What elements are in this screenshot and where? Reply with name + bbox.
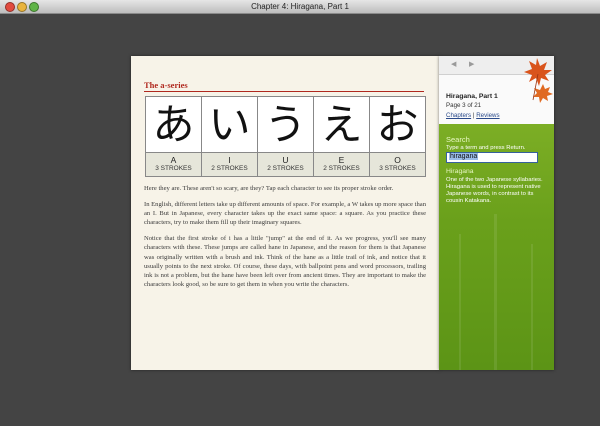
kana-stroke-count: 2 STROKES: [323, 165, 360, 172]
sidebar-links: Chapters | Reviews: [446, 112, 500, 119]
kana-caption: O 3 STROKES: [370, 152, 425, 176]
definition-text: One of the two Japanese syllabaries. Hir…: [446, 177, 543, 205]
paragraph: Notice that the first stroke of i has a …: [144, 235, 426, 288]
kana-romaji: A: [170, 155, 177, 165]
bamboo-decoration: [494, 214, 497, 370]
kana-stroke-count: 2 STROKES: [267, 165, 304, 172]
previous-page-button[interactable]: ◀: [451, 60, 456, 70]
kana-grid: あ A 3 STROKES い I 2 STROKES う U 2 STROKE…: [145, 96, 426, 177]
search-panel: Search Type a term and press Return. hir…: [439, 124, 554, 370]
link-separator: |: [472, 112, 475, 119]
kana-stroke-count: 2 STROKES: [211, 165, 248, 172]
kana-character[interactable]: あ: [146, 97, 201, 152]
bamboo-decoration: [531, 244, 533, 370]
kana-stroke-count: 3 STROKES: [379, 165, 416, 172]
kana-character[interactable]: お: [370, 97, 425, 152]
section-title: The a-series: [144, 80, 188, 90]
kana-cell-e[interactable]: え E 2 STROKES: [313, 96, 370, 177]
window-title-bar: Chapter 4: Hiragana, Part 1: [0, 0, 600, 14]
next-page-button[interactable]: ▶: [469, 60, 474, 70]
kana-romaji: E: [338, 155, 345, 165]
kana-cell-a[interactable]: あ A 3 STROKES: [145, 96, 202, 177]
window-title: Chapter 4: Hiragana, Part 1: [251, 2, 349, 11]
definition-title: Hiragana: [446, 168, 474, 175]
kana-cell-u[interactable]: う U 2 STROKES: [257, 96, 314, 177]
chapters-link[interactable]: Chapters: [446, 112, 471, 119]
paragraph: Here they are. These aren't so scary, ar…: [144, 185, 394, 192]
kana-character[interactable]: う: [258, 97, 313, 152]
kana-romaji: I: [228, 155, 231, 165]
page-indicator: Page 3 of 21: [446, 102, 482, 109]
search-label: Search: [446, 135, 470, 144]
paragraph: In English, different letters take up di…: [144, 201, 426, 227]
reviews-link[interactable]: Reviews: [476, 112, 499, 119]
kana-cell-i[interactable]: い I 2 STROKES: [201, 96, 258, 177]
section-divider: [144, 91, 424, 92]
search-help-text: Type a term and press Return.: [446, 145, 526, 151]
bamboo-decoration: [459, 234, 461, 370]
search-input[interactable]: hiragana: [446, 152, 538, 163]
kana-caption: I 2 STROKES: [202, 152, 257, 176]
maple-leaf-icon: [524, 58, 553, 103]
search-input-value[interactable]: hiragana: [449, 153, 479, 160]
kana-character[interactable]: い: [202, 97, 257, 152]
lesson-text: Here they are. These aren't so scary, ar…: [144, 184, 426, 296]
kana-romaji: O: [394, 155, 401, 165]
kana-romaji: U: [282, 155, 289, 165]
kana-caption: A 3 STROKES: [146, 152, 201, 176]
book-page: The a-series あ A 3 STROKES い I 2 STROKES…: [131, 56, 439, 370]
kana-cell-o[interactable]: お O 3 STROKES: [369, 96, 426, 177]
chapter-title: Hiragana, Part 1: [446, 93, 498, 100]
sidebar: ◀ ▶ Hiragana, Part 1 Page 3 of 21 Chapte…: [439, 56, 554, 370]
kana-caption: U 2 STROKES: [258, 152, 313, 176]
kana-caption: E 2 STROKES: [314, 152, 369, 176]
kana-stroke-count: 3 STROKES: [155, 165, 192, 172]
kana-character[interactable]: え: [314, 97, 369, 152]
